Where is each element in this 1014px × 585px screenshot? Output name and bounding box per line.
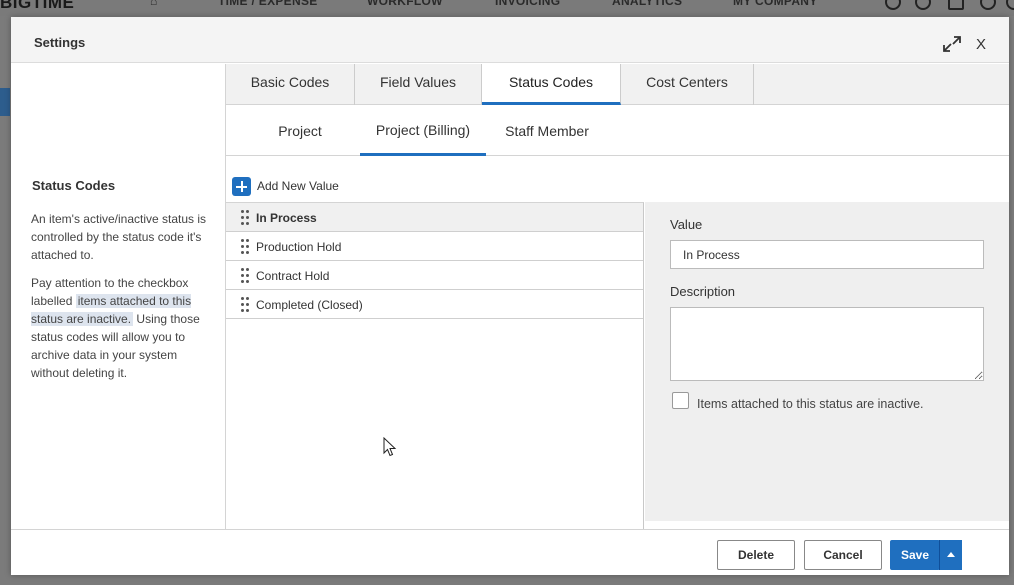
background-topbar: BIGTIME ⌂ TIME / EXPENSE WORKFLOW INVOIC… <box>0 0 1014 16</box>
help-icon <box>980 0 996 10</box>
list-item-label: Contract Hold <box>256 269 330 283</box>
more-icon <box>1006 0 1014 10</box>
description-label: Description <box>670 284 736 299</box>
drag-handle-icon[interactable] <box>241 210 249 225</box>
settings-dialog: Settings X Status Codes An item's active… <box>11 17 1009 575</box>
dialog-header: Settings X <box>11 17 1009 63</box>
list-item-label: In Process <box>256 211 317 225</box>
tab-cost-centers[interactable]: Cost Centers <box>621 64 754 105</box>
dialog-footer: Delete Cancel Save <box>11 529 1009 575</box>
main-panel: Basic Codes Field Values Status Codes Co… <box>226 64 1009 529</box>
clock-icon <box>915 0 931 10</box>
description-textarea[interactable] <box>670 307 984 381</box>
category-tabs: Basic Codes Field Values Status Codes Co… <box>226 64 1009 105</box>
subtab-project[interactable]: Project <box>256 106 344 156</box>
cancel-button[interactable]: Cancel <box>804 540 882 570</box>
value-input[interactable] <box>670 240 984 269</box>
list-item-label: Production Hold <box>256 240 342 254</box>
status-code-type-tabs: Project Project (Billing) Staff Member <box>226 106 1009 156</box>
inactive-checkbox[interactable] <box>672 392 689 409</box>
mail-icon <box>948 0 964 10</box>
nav-analytics: ANALYTICS <box>612 0 683 8</box>
nav-invoicing: INVOICING <box>495 0 561 8</box>
subtab-staff-member[interactable]: Staff Member <box>496 106 598 156</box>
sidebar-description: An item's active/inactive status is cont… <box>31 212 207 262</box>
value-label: Value <box>670 217 703 232</box>
tab-field-values[interactable]: Field Values <box>355 64 482 105</box>
expand-icon[interactable] <box>942 35 962 53</box>
dialog-title: Settings <box>34 35 86 50</box>
detail-panel: Value Description Items attached to this… <box>645 202 1009 521</box>
background-left-button <box>0 88 10 116</box>
nav-time-expense: TIME / EXPENSE <box>218 0 318 8</box>
plus-icon <box>232 177 251 196</box>
close-button[interactable]: X <box>976 36 986 53</box>
drag-handle-icon[interactable] <box>241 239 249 254</box>
nav-my-company: MY COMPANY <box>733 0 818 8</box>
nav-workflow: WORKFLOW <box>367 0 443 8</box>
mouse-cursor-icon <box>383 437 397 457</box>
delete-button[interactable]: Delete <box>717 540 795 570</box>
background-logo: BIGTIME <box>0 0 75 12</box>
list-item[interactable]: Completed (Closed) <box>226 290 643 319</box>
inactive-checkbox-label[interactable]: Items attached to this status are inacti… <box>697 397 924 411</box>
list-item[interactable]: Contract Hold <box>226 261 643 290</box>
save-button[interactable]: Save <box>890 540 940 570</box>
subtab-project-billing[interactable]: Project (Billing) <box>360 106 486 156</box>
add-new-value-label: Add New Value <box>257 179 339 193</box>
help-sidebar: Status Codes An item's active/inactive s… <box>11 64 226 529</box>
status-code-list: In Process Production Hold Contract Hold… <box>226 202 644 529</box>
sidebar-note: Pay attention to the checkbox labelled i… <box>31 274 211 382</box>
save-options-caret-icon[interactable] <box>939 540 962 570</box>
tab-status-codes[interactable]: Status Codes <box>482 64 621 105</box>
home-icon: ⌂ <box>150 0 158 8</box>
background-bottom <box>0 575 1014 585</box>
list-item-label: Completed (Closed) <box>256 298 363 312</box>
tab-basic-codes[interactable]: Basic Codes <box>226 64 355 105</box>
drag-handle-icon[interactable] <box>241 297 249 312</box>
sidebar-title: Status Codes <box>32 178 116 193</box>
drag-handle-icon[interactable] <box>241 268 249 283</box>
user-icon <box>885 0 901 10</box>
list-item[interactable]: Production Hold <box>226 232 643 261</box>
list-item[interactable]: In Process <box>226 203 643 232</box>
